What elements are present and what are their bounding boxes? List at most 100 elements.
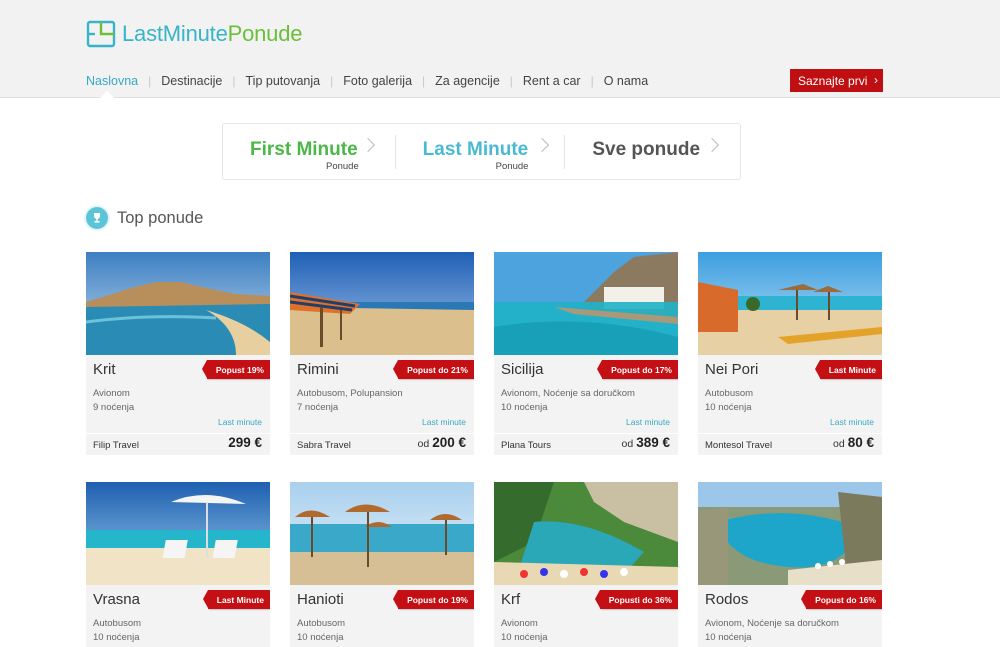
transport-info: Autobusom bbox=[705, 388, 754, 399]
agency-name: Filip Travel bbox=[93, 440, 139, 451]
saznajte-prvi-button[interactable]: Saznajte prvi › bbox=[790, 69, 883, 92]
transport-info: Avionom, Noćenje sa doručkom bbox=[705, 618, 839, 629]
price-value: 80 € bbox=[847, 435, 874, 450]
nav-item-tip-putovanja[interactable]: Tip putovanja bbox=[246, 74, 321, 88]
nights-info: 10 noćenja bbox=[705, 632, 752, 643]
destination-photo bbox=[698, 482, 882, 585]
price: 299 € bbox=[225, 435, 262, 450]
destination-photo bbox=[290, 482, 474, 585]
destination-name: Rodos bbox=[705, 591, 749, 608]
offer-card[interactable]: Hanioti Popust do 19% Autobusom 10 noćen… bbox=[290, 482, 474, 647]
price-prefix: od bbox=[417, 438, 430, 450]
destination-name: Nei Pori bbox=[705, 361, 759, 378]
logo-text-ponude: Ponude bbox=[227, 21, 303, 46]
destination-photo bbox=[494, 252, 678, 355]
first-minute-link[interactable]: First Minute Ponude bbox=[223, 124, 395, 179]
nav-item-naslovna[interactable]: Naslovna bbox=[86, 74, 138, 88]
nav-item-foto-galerija[interactable]: Foto galerija bbox=[343, 74, 412, 88]
nights-info: 10 noćenja bbox=[93, 632, 140, 643]
price: od 200 € bbox=[418, 435, 466, 450]
section-title: Top ponude bbox=[117, 208, 204, 227]
sve-ponude-link[interactable]: Sve ponude bbox=[565, 124, 740, 179]
nav-separator: | bbox=[232, 74, 236, 88]
discount-badge: Popust do 21% bbox=[393, 360, 474, 379]
nav-item-destinacije[interactable]: Destinacije bbox=[161, 74, 222, 88]
section-heading: Top ponude bbox=[86, 207, 203, 229]
agency-name: Sabra Travel bbox=[297, 440, 351, 451]
last-minute-tag: Last minute bbox=[626, 417, 670, 427]
agency-name: Plana Tours bbox=[501, 440, 551, 451]
discount-badge: Popust do 17% bbox=[597, 360, 678, 379]
offer-type-selector: First Minute Ponude Last Minute Ponude S… bbox=[222, 123, 741, 180]
price-prefix: od bbox=[621, 438, 634, 450]
nav-separator: | bbox=[509, 74, 513, 88]
chevron-right-icon bbox=[534, 137, 549, 153]
sve-ponude-title: Sve ponude bbox=[592, 139, 701, 160]
saznajte-prvi-label: Saznajte prvi bbox=[798, 73, 868, 88]
price: od 389 € bbox=[622, 435, 670, 450]
price-value: 389 € bbox=[636, 435, 670, 450]
destination-photo bbox=[86, 482, 270, 585]
nights-info: 10 noćenja bbox=[297, 632, 344, 643]
nights-info: 10 noćenja bbox=[501, 632, 548, 643]
last-minute-tag: Last minute bbox=[422, 417, 466, 427]
logo-text-last: LastMinute bbox=[122, 21, 228, 46]
last-minute-link[interactable]: Last Minute Ponude bbox=[396, 124, 565, 179]
destination-name: Vrasna bbox=[93, 591, 140, 608]
nights-info: 10 noćenja bbox=[705, 402, 752, 413]
discount-badge: Popust do 16% bbox=[801, 590, 882, 609]
offer-card[interactable]: Sicilija Popust do 17% Avionom, Noćenje … bbox=[494, 252, 678, 455]
last-minute-subtitle: Ponude bbox=[495, 161, 529, 172]
logo-icon bbox=[86, 20, 116, 48]
logo[interactable]: LastMinutePonude bbox=[86, 18, 302, 50]
price: od 80 € bbox=[833, 435, 874, 450]
last-minute-title: Last Minute bbox=[422, 139, 529, 160]
transport-info: Autobusom bbox=[297, 618, 346, 629]
destination-photo bbox=[494, 482, 678, 585]
offer-card[interactable]: Krit Popust 19% Avionom 9 noćenja Last m… bbox=[86, 252, 270, 455]
nights-info: 7 noćenja bbox=[297, 402, 339, 413]
first-minute-title: First Minute bbox=[250, 139, 358, 160]
offer-card[interactable]: Krf Popusti do 36% Avionom 10 noćenja bbox=[494, 482, 678, 647]
chevron-right-icon: › bbox=[874, 73, 878, 87]
transport-info: Autobusom bbox=[93, 618, 142, 629]
destination-name: Sicilija bbox=[501, 361, 544, 378]
last-minute-tag: Last minute bbox=[218, 417, 262, 427]
destination-photo bbox=[290, 252, 474, 355]
transport-info: Autobusom, Polupansion bbox=[297, 388, 403, 399]
nav-item-rent-a-car[interactable]: Rent a car bbox=[523, 74, 581, 88]
price-prefix: od bbox=[833, 438, 845, 450]
destination-photo bbox=[86, 252, 270, 355]
logo-text: LastMinutePonude bbox=[122, 21, 302, 47]
nav-separator: | bbox=[422, 74, 426, 88]
trophy-icon bbox=[86, 207, 108, 229]
chevron-right-icon bbox=[705, 137, 720, 153]
active-nav-indicator bbox=[100, 91, 114, 98]
agency-name: Montesol Travel bbox=[705, 440, 773, 451]
offer-card[interactable]: Rimini Popust do 21% Autobusom, Polupans… bbox=[290, 252, 474, 455]
price-value: 200 € bbox=[432, 435, 466, 450]
offer-card[interactable]: Nei Pori Last Minute Autobusom 10 noćenj… bbox=[698, 252, 882, 455]
transport-info: Avionom bbox=[501, 618, 538, 629]
discount-badge: Popusti do 36% bbox=[594, 590, 678, 609]
destination-name: Hanioti bbox=[297, 591, 344, 608]
discount-badge: Popust do 19% bbox=[393, 590, 474, 609]
offer-card[interactable]: Vrasna Last Minute Autobusom 10 noćenja bbox=[86, 482, 270, 647]
nav-item-o-nama[interactable]: O nama bbox=[604, 74, 648, 88]
discount-badge: Popust 19% bbox=[201, 360, 270, 379]
destination-name: Rimini bbox=[297, 361, 339, 378]
nav-separator: | bbox=[148, 74, 152, 88]
offer-card[interactable]: Rodos Popust do 16% Avionom, Noćenje sa … bbox=[698, 482, 882, 647]
destination-photo bbox=[698, 252, 882, 355]
nav-item-za-agencije[interactable]: Za agencije bbox=[435, 74, 500, 88]
transport-info: Avionom bbox=[93, 388, 130, 399]
main-nav: Naslovna | Destinacije | Tip putovanja |… bbox=[86, 74, 648, 88]
destination-name: Krf bbox=[501, 591, 521, 608]
nights-info: 10 noćenja bbox=[501, 402, 548, 413]
chevron-right-icon bbox=[360, 137, 376, 153]
price-value: 299 € bbox=[228, 435, 262, 450]
nav-separator: | bbox=[590, 74, 594, 88]
destination-name: Krit bbox=[93, 361, 116, 378]
last-minute-tag: Last minute bbox=[830, 417, 874, 427]
nav-separator: | bbox=[330, 74, 334, 88]
